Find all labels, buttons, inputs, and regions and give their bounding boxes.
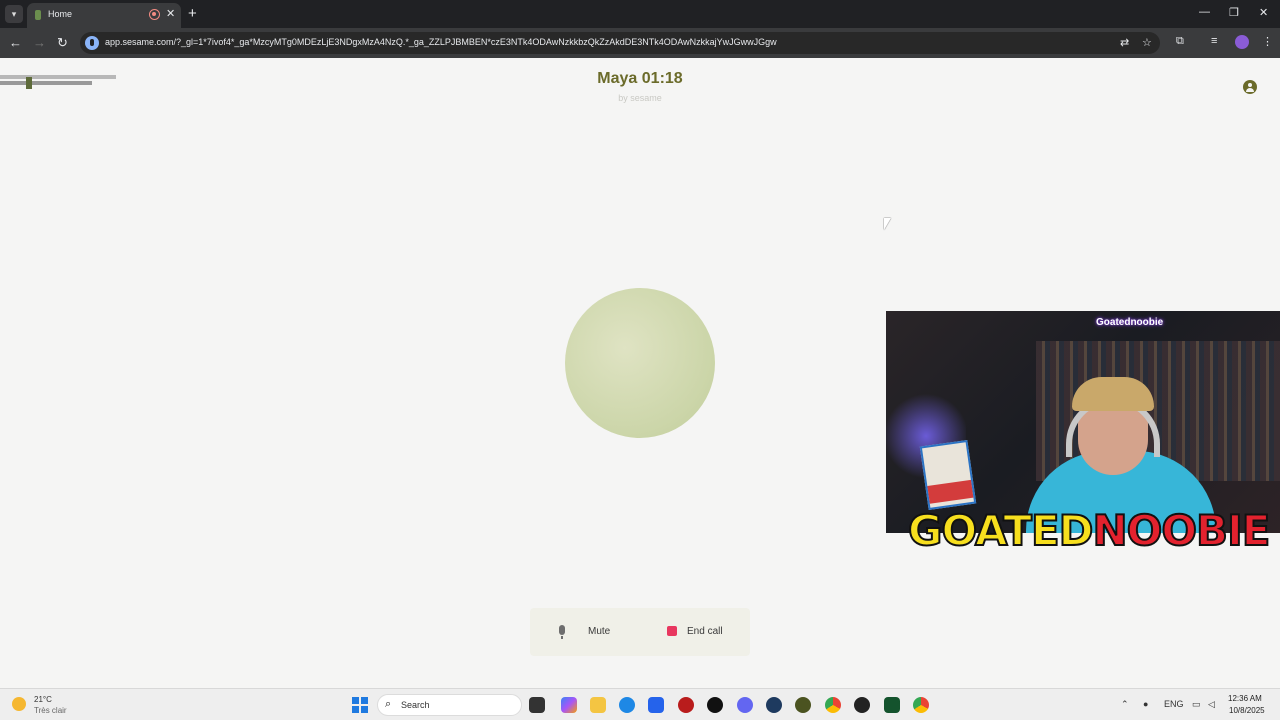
weather-description[interactable]: Très clair xyxy=(34,706,67,715)
recording-indicator-icon xyxy=(149,9,160,20)
language-indicator[interactable]: ENG xyxy=(1164,699,1184,709)
mute-button[interactable]: Mute xyxy=(588,626,610,637)
streamer-brand-logo: GOATEDNOOBIE xyxy=(907,502,1271,560)
browser-toolbar: ← → ↻ app.sesame.com/?_gl=1*7ivof4*_ga*M… xyxy=(0,28,1280,58)
chrome-icon[interactable] xyxy=(825,697,841,713)
tab-search-chevron-icon[interactable]: ▾ xyxy=(5,5,23,23)
obs-icon[interactable] xyxy=(854,697,870,713)
back-button[interactable]: ← xyxy=(9,35,22,50)
brand-part-2: NOOBIE xyxy=(1092,505,1272,556)
microphone-in-use-icon[interactable] xyxy=(85,36,99,50)
microphone-icon[interactable] xyxy=(559,625,565,639)
sesame-favicon-icon xyxy=(35,10,41,20)
menu-icon[interactable]: ⋮ xyxy=(1262,35,1273,48)
start-button-icon[interactable] xyxy=(352,697,368,713)
edge-icon[interactable] xyxy=(619,697,635,713)
forward-button[interactable]: → xyxy=(33,35,46,50)
app-olive-icon[interactable] xyxy=(795,697,811,713)
task-view-icon[interactable] xyxy=(529,697,545,713)
brand-part-1: GOATED xyxy=(907,505,1094,556)
extensions-icon[interactable]: ⧉ xyxy=(1176,35,1184,48)
streamer-handle: Goatednoobie xyxy=(1096,317,1164,328)
profile-avatar[interactable] xyxy=(1235,35,1249,49)
tab-close-icon[interactable]: ✕ xyxy=(166,7,175,20)
tab-home[interactable]: Home ✕ xyxy=(27,3,181,28)
minimize-button[interactable]: — xyxy=(1199,6,1210,18)
copilot-icon[interactable] xyxy=(561,697,577,713)
volume-icon[interactable]: ◁ xyxy=(1208,699,1215,710)
taskbar: 21°C Très clair ⌕ Search ⌃ ● ENG ▭ ◁ 12:… xyxy=(0,688,1280,720)
network-icon[interactable]: ▭ xyxy=(1192,699,1201,710)
clock-date[interactable]: 10/8/2025 xyxy=(1229,706,1265,715)
steam-icon[interactable] xyxy=(766,697,782,713)
discord-icon[interactable] xyxy=(737,697,753,713)
bookmark-star-icon[interactable]: ☆ xyxy=(1142,36,1152,49)
restore-button[interactable]: ❐ xyxy=(1229,6,1239,19)
tray-overflow-icon[interactable]: ⌃ xyxy=(1121,699,1129,710)
mouse-cursor-icon xyxy=(884,218,891,230)
end-call-icon[interactable] xyxy=(667,626,677,636)
clock-time[interactable]: 12:36 AM xyxy=(1228,694,1262,703)
taskbar-search[interactable]: ⌕ Search xyxy=(377,694,522,716)
webcam-overlay: Goatednoobie xyxy=(886,311,1280,533)
render-glitch xyxy=(0,75,116,89)
weather-temperature[interactable]: 21°C xyxy=(34,695,52,704)
call-title: Maya 01:18 xyxy=(597,70,683,87)
voice-orb xyxy=(565,288,715,438)
url-text[interactable]: app.sesame.com/?_gl=1*7ivof4*_ga*MzcyMTg… xyxy=(105,37,777,47)
browser-tab-strip: ▾ Home ✕ + — ❐ ✕ xyxy=(0,0,1280,28)
file-explorer-icon[interactable] xyxy=(590,697,606,713)
new-tab-button[interactable]: + xyxy=(188,5,197,22)
book-prop xyxy=(919,439,977,511)
search-placeholder: Search xyxy=(401,700,430,710)
byline: by sesame xyxy=(618,93,662,103)
close-window-button[interactable]: ✕ xyxy=(1259,6,1268,19)
store-icon[interactable] xyxy=(648,697,664,713)
chrome-profile-icon[interactable] xyxy=(913,697,929,713)
account-icon[interactable] xyxy=(1243,80,1257,94)
app-dark-icon[interactable] xyxy=(707,697,723,713)
streamer-cap xyxy=(1072,377,1154,411)
search-icon: ⌕ xyxy=(385,698,392,710)
weather-icon[interactable] xyxy=(12,697,26,711)
address-bar[interactable]: app.sesame.com/?_gl=1*7ivof4*_ga*MzcyMTg… xyxy=(80,32,1160,54)
app-green-icon[interactable] xyxy=(884,697,900,713)
tray-mic-icon[interactable]: ● xyxy=(1143,699,1148,709)
call-controls: Mute End call xyxy=(530,608,750,656)
end-call-button[interactable]: End call xyxy=(687,626,723,637)
reload-button[interactable]: ↻ xyxy=(57,35,68,51)
tab-title: Home xyxy=(48,9,73,19)
translate-icon[interactable]: ⇄ xyxy=(1120,36,1129,49)
app-red-icon[interactable] xyxy=(678,697,694,713)
media-controls-icon[interactable]: ≡ xyxy=(1211,35,1217,47)
